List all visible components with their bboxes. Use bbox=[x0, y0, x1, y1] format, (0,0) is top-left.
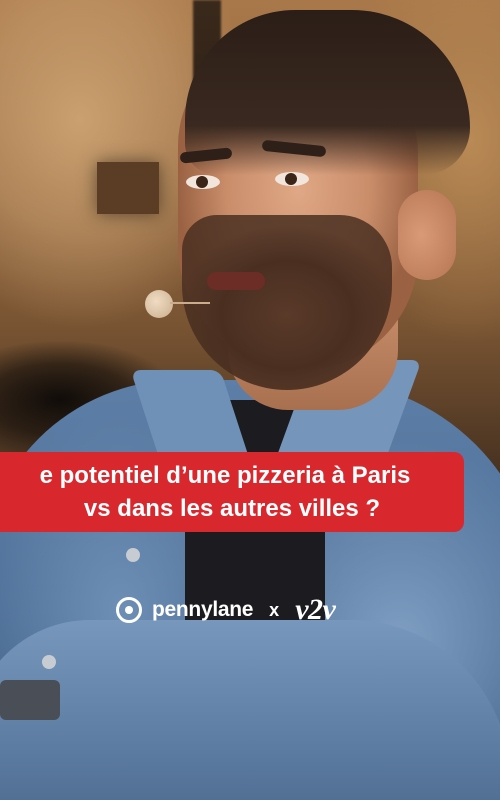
v2v-wordmark: v2v bbox=[295, 593, 336, 626]
pennylane-logo-icon bbox=[116, 597, 142, 623]
mouth bbox=[207, 272, 265, 290]
subtitle-line-1: e potentiel d’une pizzeria à Paris bbox=[39, 462, 411, 489]
subtitle-line-2: vs dans les autres villes ? bbox=[83, 495, 381, 522]
jacket-button bbox=[126, 548, 140, 562]
branding-bar: pennylane x v2v bbox=[116, 590, 336, 630]
subtitle-banner: e potentiel d’une pizzeria à Paris vs da… bbox=[0, 452, 464, 532]
brand-separator: x bbox=[269, 599, 280, 620]
eye-left bbox=[186, 175, 220, 189]
crossed-arms bbox=[0, 620, 500, 800]
speaker bbox=[0, 0, 500, 800]
pennylane-wordmark: pennylane bbox=[152, 598, 254, 621]
ear bbox=[398, 190, 456, 280]
microphone-wire bbox=[170, 302, 210, 304]
lavalier-microphone bbox=[145, 290, 173, 318]
jacket-button bbox=[42, 655, 56, 669]
eye-right bbox=[275, 172, 309, 186]
wrist-watch bbox=[0, 680, 60, 720]
video-frame: e potentiel d’une pizzeria à Paris vs da… bbox=[0, 0, 500, 800]
